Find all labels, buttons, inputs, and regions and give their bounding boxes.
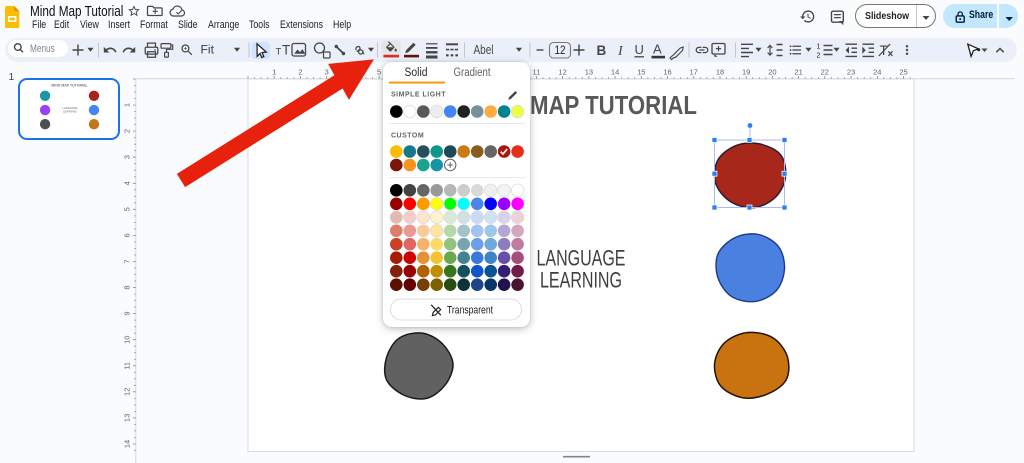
svg-text:MIND MAP TUTORIAL: MIND MAP TUTORIAL [51, 84, 88, 88]
svg-text:14: 14 [611, 68, 619, 77]
svg-text:23: 23 [847, 68, 855, 77]
svg-text:8: 8 [123, 286, 132, 290]
svg-text:15: 15 [637, 68, 645, 77]
svg-text:5: 5 [377, 68, 381, 77]
svg-text:1: 1 [123, 103, 132, 107]
svg-text:6: 6 [123, 233, 132, 237]
svg-text:11: 11 [533, 68, 541, 77]
svg-text:1: 1 [272, 68, 276, 77]
svg-text:20: 20 [768, 68, 776, 77]
svg-text:T: T [282, 43, 290, 58]
svg-text:17: 17 [690, 68, 698, 77]
svg-text:2: 2 [123, 129, 132, 133]
svg-text:2: 2 [817, 53, 821, 60]
svg-text:LEARNING: LEARNING [540, 268, 622, 293]
svg-text:SIMPLE LIGHT: SIMPLE LIGHT [391, 92, 446, 99]
svg-text:3: 3 [123, 155, 132, 159]
svg-text:21: 21 [794, 68, 802, 77]
svg-text:7: 7 [123, 259, 132, 263]
svg-text:24: 24 [873, 68, 881, 77]
svg-text:B: B [597, 43, 607, 58]
svg-text:2: 2 [298, 68, 302, 77]
svg-text:19: 19 [742, 68, 750, 77]
svg-text:A: A [653, 42, 662, 57]
svg-text:18: 18 [716, 68, 724, 77]
svg-text:14: 14 [123, 440, 132, 448]
svg-text:Fit: Fit [201, 45, 215, 57]
svg-text:3: 3 [325, 68, 329, 77]
svg-text:22: 22 [821, 68, 829, 77]
svg-text:10: 10 [123, 336, 132, 344]
svg-text:LANGUAGE: LANGUAGE [63, 106, 78, 110]
svg-text:4: 4 [123, 181, 132, 185]
svg-text:12: 12 [558, 68, 566, 77]
svg-text:U: U [635, 42, 644, 57]
svg-text:12: 12 [555, 45, 566, 57]
svg-text:13: 13 [123, 414, 132, 422]
svg-text:11: 11 [123, 362, 132, 370]
svg-text:Abel: Abel [474, 43, 494, 57]
svg-text:16: 16 [663, 68, 671, 77]
svg-text:13: 13 [585, 68, 593, 77]
svg-text:25: 25 [899, 68, 907, 77]
svg-text:5: 5 [123, 207, 132, 211]
svg-text:12: 12 [123, 388, 132, 396]
svg-text:CUSTOM: CUSTOM [391, 133, 424, 140]
svg-text:LEARNING: LEARNING [63, 109, 77, 113]
svg-text:T: T [276, 47, 282, 58]
svg-text:Solid: Solid [404, 67, 427, 79]
svg-text:I: I [617, 44, 624, 59]
svg-text:Gradient: Gradient [453, 67, 491, 79]
svg-text:9: 9 [123, 312, 132, 316]
svg-text:Transparent: Transparent [447, 305, 493, 317]
svg-text:1: 1 [817, 44, 821, 51]
